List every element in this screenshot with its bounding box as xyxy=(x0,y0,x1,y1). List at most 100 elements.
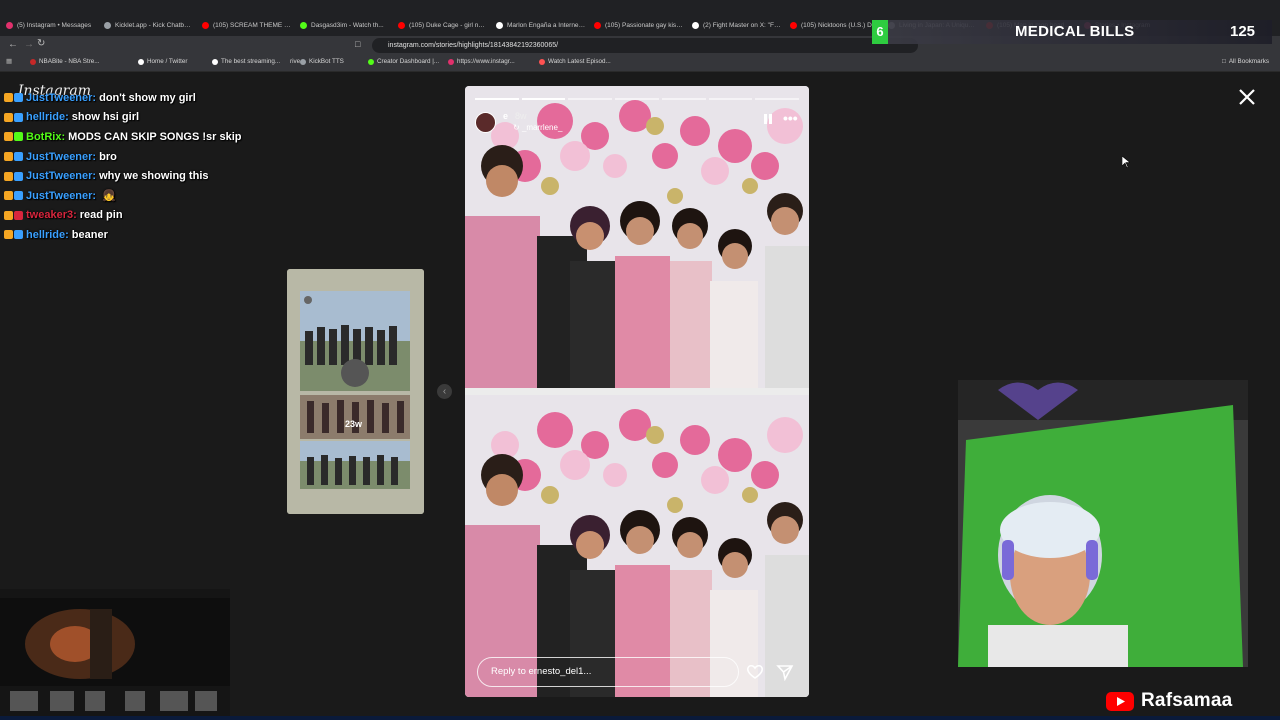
browser-tab[interactable]: Kicklet.app - Kick Chatbot ... xyxy=(104,17,194,33)
repost-icon: ↻ xyxy=(513,123,522,132)
pause-icon[interactable] xyxy=(763,114,773,124)
browser-tab[interactable]: (105) Nicktoons (U.S.) Du... xyxy=(790,17,880,33)
url-input[interactable]: instagram.com/stories/highlights/1814384… xyxy=(372,38,918,53)
preview-time: 23w xyxy=(345,419,363,429)
bookmark-label: Creator Dashboard |... xyxy=(377,58,440,65)
chat-message: hellride: beaner xyxy=(4,225,264,245)
goal-count: 125 xyxy=(1230,23,1256,40)
browser-tab[interactable]: (105) Passionate gay kiss 0... xyxy=(594,17,684,33)
chat-username[interactable]: tweaker3: xyxy=(26,209,77,221)
channel-tag: Rafsamaa xyxy=(1106,690,1232,712)
chat-badge-icon xyxy=(4,93,13,103)
goal-overlay: 6 MEDICAL BILLS 125 xyxy=(872,20,1272,44)
chat-username[interactable]: JustTweener: xyxy=(26,151,96,163)
stream-chat: JustTweener: don't show my girl hellride: s… xyxy=(4,88,264,245)
browser-tab[interactable]: Marlon Engaña a Internet ... xyxy=(496,17,586,33)
bookmark-icon[interactable]: □ xyxy=(355,39,360,49)
url-text: instagram.com/stories/highlights/1814384… xyxy=(388,42,559,49)
all-bookmarks-button[interactable]: □ All Bookmarks xyxy=(1222,58,1269,65)
back-icon[interactable]: ← xyxy=(8,39,18,50)
chat-text: beaner xyxy=(71,228,108,241)
chat-username[interactable]: JustTweener: xyxy=(26,170,96,182)
chat-username[interactable]: JustTweener: xyxy=(26,92,96,104)
tab-favicon-icon xyxy=(496,21,503,29)
share-icon[interactable] xyxy=(776,663,794,681)
bookmark-item[interactable]: KickBot TTS xyxy=(300,58,344,65)
tab-label: (105) Nicktoons (U.S.) Du... xyxy=(801,21,880,29)
close-story-button[interactable] xyxy=(1236,86,1258,108)
story-username[interactable]: e xyxy=(503,111,508,121)
chat-username[interactable]: JustTweener: xyxy=(26,190,96,202)
chat-message: tweaker3: read pin xyxy=(4,206,264,226)
reply-placeholder: Reply to ernesto_del1... xyxy=(491,666,592,677)
bookmark-label: The best streaming... xyxy=(221,58,281,65)
bookmark-item[interactable]: Watch Latest Episod... xyxy=(539,58,611,65)
browser-tab[interactable]: (5) Instagram • Messages xyxy=(6,17,96,33)
bookmark-item[interactable]: NBABite - NBA Stre... xyxy=(30,58,100,65)
bookmark-item[interactable]: Home / Twitter xyxy=(138,58,187,65)
chat-badge-icon xyxy=(4,210,13,220)
bookmark-favicon-icon xyxy=(368,58,374,65)
previous-story-button[interactable]: ‹ xyxy=(437,384,452,399)
progress-segment xyxy=(661,98,706,100)
tab-favicon-icon xyxy=(398,21,405,29)
more-options-icon[interactable]: ••• xyxy=(783,110,798,126)
forward-icon[interactable]: → xyxy=(24,39,34,50)
bookmark-label: KickBot TTS xyxy=(309,58,344,65)
bookmark-label: Home / Twitter xyxy=(147,58,188,65)
story-age: 8w xyxy=(515,111,527,121)
story-viewer[interactable]: e 8w ↻ _marrlene_ ••• Reply to ernesto_d… xyxy=(465,86,809,697)
tab-favicon-icon xyxy=(300,21,307,29)
bookmark-item[interactable]: rive xyxy=(290,58,300,65)
mini-video-player[interactable] xyxy=(0,589,230,716)
tab-label: (5) Instagram • Messages xyxy=(17,21,92,29)
folder-icon: □ xyxy=(1222,58,1226,65)
chat-message: JustTweener: don't show my girl xyxy=(4,88,264,108)
browser-tab[interactable]: (105) Duke Cage - girl next... xyxy=(398,17,488,33)
chat-badge-icon xyxy=(4,171,13,181)
all-bookmarks-label: All Bookmarks xyxy=(1228,58,1270,65)
previous-story-preview[interactable] xyxy=(287,269,424,514)
tab-label: Marlon Engaña a Internet ... xyxy=(507,21,586,29)
chat-username[interactable]: hellride: xyxy=(26,229,69,241)
bookmark-item[interactable]: The best streaming... xyxy=(212,58,280,65)
chat-text: show hsi girl xyxy=(71,111,140,124)
repost-label[interactable]: ↻ _marrlene_ xyxy=(513,123,562,132)
chat-emote-icon: 👧 xyxy=(102,190,116,203)
tab-label: (2) Fight Master on X: "Fat... xyxy=(703,21,782,29)
chat-text: bro xyxy=(99,150,117,163)
chat-text: why we showing this xyxy=(99,170,209,183)
chat-username[interactable]: hellride: xyxy=(26,111,69,123)
preview-image xyxy=(287,269,424,514)
reply-input[interactable]: Reply to ernesto_del1... xyxy=(477,657,739,687)
heart-icon[interactable] xyxy=(746,663,764,681)
browser-tab[interactable]: Dasgasd3im - Watch th... xyxy=(300,17,390,33)
chat-message: JustTweener: bro xyxy=(4,147,264,167)
tab-label: Kicklet.app - Kick Chatbot ... xyxy=(115,21,194,29)
chat-badge-icon xyxy=(14,191,23,201)
chat-badge-icon xyxy=(14,210,23,220)
avatar[interactable] xyxy=(475,112,496,133)
tab-label: (105) Duke Cage - girl next... xyxy=(409,21,488,29)
bookmark-favicon-icon xyxy=(30,58,36,65)
chat-badge-icon xyxy=(4,132,13,142)
chat-username[interactable]: BotRix: xyxy=(26,131,65,143)
bookmark-item[interactable]: Creator Dashboard |... xyxy=(368,58,439,65)
bookmark-favicon-icon xyxy=(448,58,454,65)
progress-segment xyxy=(475,98,519,100)
bookmark-favicon-icon xyxy=(539,58,545,65)
browser-tab[interactable]: (105) SCREAM THEME (Off... xyxy=(202,17,292,33)
progress-segment xyxy=(615,98,659,100)
reload-icon[interactable]: ↻ xyxy=(37,38,45,49)
tab-label: (105) Passionate gay kiss 0... xyxy=(605,21,684,29)
progress-segment xyxy=(708,98,753,100)
tab-label: (105) SCREAM THEME (Off... xyxy=(213,21,292,29)
apps-icon[interactable]: ▦ xyxy=(6,58,12,65)
chat-badge-icon xyxy=(4,112,13,122)
goal-title: MEDICAL BILLS xyxy=(1015,23,1135,40)
chat-badge-icon xyxy=(4,230,13,240)
bookmark-favicon-icon xyxy=(212,58,218,65)
progress-segment xyxy=(755,98,800,100)
browser-tab[interactable]: (2) Fight Master on X: "Fat... xyxy=(692,17,782,33)
bookmark-item[interactable]: https://www.instagr... xyxy=(448,58,515,65)
